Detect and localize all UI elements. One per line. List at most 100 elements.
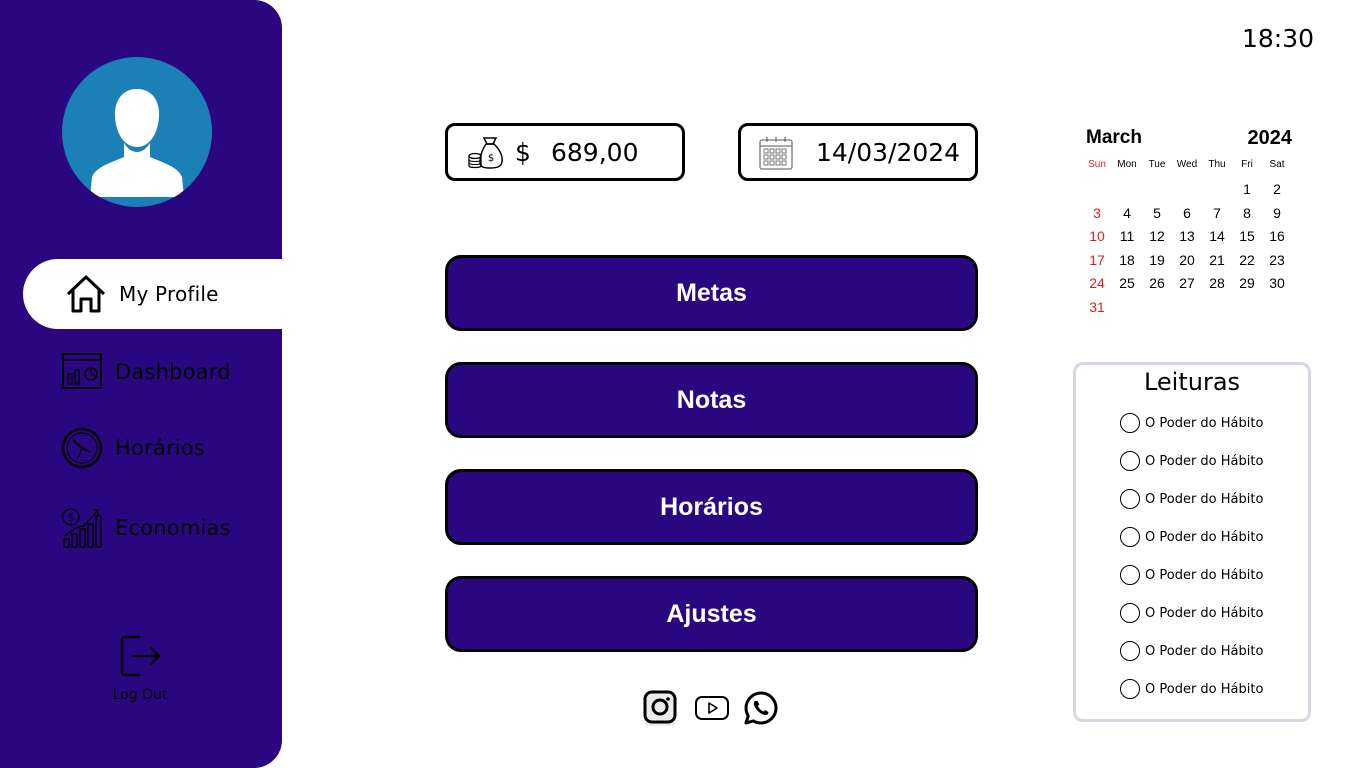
calendar-weekday: Sun bbox=[1088, 158, 1106, 170]
dashboard-icon bbox=[62, 353, 102, 389]
calendar-week-row: 24 25 26 27 28 29 30 bbox=[1082, 272, 1292, 296]
calendar-day[interactable]: 5 bbox=[1142, 205, 1172, 221]
svg-text:$: $ bbox=[488, 153, 494, 164]
sidebar-item-economias[interactable]: $ Economias bbox=[0, 493, 282, 563]
calendar-day[interactable]: 23 bbox=[1262, 252, 1292, 268]
balance-display: $ $ 689,00 bbox=[445, 123, 685, 181]
calendar-day[interactable]: 8 bbox=[1232, 205, 1262, 221]
calendar-day[interactable]: 29 bbox=[1232, 275, 1262, 291]
calendar-weekday: Mon bbox=[1117, 158, 1137, 170]
calendar-day[interactable]: 28 bbox=[1202, 275, 1232, 291]
calendar-day[interactable]: 14 bbox=[1202, 228, 1232, 244]
sidebar-item-label: My Profile bbox=[119, 282, 219, 306]
calendar-day[interactable]: 11 bbox=[1112, 228, 1142, 244]
calendar-day[interactable]: 9 bbox=[1262, 205, 1292, 221]
calendar-day[interactable]: 16 bbox=[1262, 228, 1292, 244]
home-icon bbox=[66, 275, 106, 313]
calendar-weekday: Tue bbox=[1148, 158, 1166, 170]
calendar-week-row: 3456789 bbox=[1082, 201, 1292, 225]
calendar-weekday-row: Sun Mon Tue Wed Thu Fri Sat bbox=[1082, 154, 1292, 178]
sidebar-item-dashboard[interactable]: Dashboard bbox=[0, 337, 282, 407]
reading-label: O Poder do Hábito bbox=[1145, 567, 1264, 583]
savings-chart-icon: $ bbox=[62, 508, 102, 548]
sidebar-item-label: Dashboard bbox=[115, 360, 231, 384]
reading-radio[interactable] bbox=[1120, 527, 1140, 547]
reading-label: O Poder do Hábito bbox=[1145, 529, 1264, 545]
calendar-day[interactable]: 7 bbox=[1202, 205, 1232, 221]
reading-radio[interactable] bbox=[1120, 641, 1140, 661]
readings-title: Leituras bbox=[1143, 368, 1241, 396]
sidebar-item-label: Horários bbox=[115, 436, 205, 460]
notas-button[interactable]: Notas bbox=[445, 362, 978, 438]
logout-button[interactable]: Log Out bbox=[100, 630, 180, 710]
reading-item[interactable]: O Poder do Hábito bbox=[1120, 678, 1263, 700]
logout-label: Log Out bbox=[112, 687, 168, 703]
clock-time: 18:30 bbox=[1241, 24, 1314, 53]
calendar-day[interactable]: 31 bbox=[1082, 299, 1112, 315]
svg-text:$: $ bbox=[68, 511, 75, 524]
reading-item[interactable]: O Poder do Hábito bbox=[1120, 488, 1263, 510]
user-silhouette-icon bbox=[90, 89, 184, 197]
instagram-icon[interactable] bbox=[642, 690, 678, 726]
reading-item[interactable]: O Poder do Hábito bbox=[1120, 564, 1263, 586]
reading-item[interactable]: O Poder do Hábito bbox=[1120, 602, 1263, 624]
reading-label: O Poder do Hábito bbox=[1145, 491, 1264, 507]
calendar-day[interactable]: 12 bbox=[1142, 228, 1172, 244]
sidebar-item-my-profile[interactable]: My Profile bbox=[23, 259, 282, 329]
calendar-weekday: Fri bbox=[1241, 158, 1253, 170]
sidebar-item-horarios[interactable]: Horários bbox=[0, 413, 282, 483]
calendar-day[interactable]: 26 bbox=[1142, 275, 1172, 291]
calendar-day[interactable]: 2 bbox=[1262, 181, 1292, 197]
calendar-day[interactable]: 24 bbox=[1082, 275, 1112, 291]
calendar-day[interactable]: 4 bbox=[1112, 205, 1142, 221]
reading-radio[interactable] bbox=[1120, 565, 1140, 585]
calendar-weekday: Sat bbox=[1269, 158, 1285, 170]
sidebar-item-label: Economias bbox=[115, 516, 231, 540]
reading-label: O Poder do Hábito bbox=[1145, 643, 1264, 659]
avatar[interactable] bbox=[62, 57, 212, 207]
calendar-day[interactable]: 17 bbox=[1082, 252, 1112, 268]
calendar-day[interactable]: 22 bbox=[1232, 252, 1262, 268]
metas-button[interactable]: Metas bbox=[445, 255, 978, 331]
calendar-weekday: Thu bbox=[1208, 158, 1226, 170]
calendar-year: 2024 bbox=[1247, 127, 1293, 149]
reading-item[interactable]: O Poder do Hábito bbox=[1120, 412, 1263, 434]
currency-symbol: $ bbox=[515, 137, 531, 167]
reading-label: O Poder do Hábito bbox=[1145, 681, 1264, 697]
calendar-day[interactable]: 18 bbox=[1112, 252, 1142, 268]
whatsapp-icon[interactable] bbox=[743, 690, 779, 726]
calendar-grid: Sun Mon Tue Wed Thu Fri Sat 1 2 3 4 5 6 7 8 9 10 11 12 13 14… bbox=[1082, 154, 1292, 319]
calendar-day[interactable]: 3 bbox=[1082, 205, 1112, 221]
date-value: 14/03/2024 bbox=[816, 137, 961, 167]
calendar-day[interactable]: 1 bbox=[1232, 181, 1262, 197]
youtube-icon[interactable] bbox=[694, 690, 730, 726]
calendar-day[interactable]: 13 bbox=[1172, 228, 1202, 244]
reading-radio[interactable] bbox=[1120, 603, 1140, 623]
calendar-day[interactable]: 19 bbox=[1142, 252, 1172, 268]
balance-value: 689,00 bbox=[551, 137, 639, 167]
reading-radio[interactable] bbox=[1120, 413, 1140, 433]
calendar-day[interactable]: 10 bbox=[1082, 228, 1112, 244]
reading-item[interactable]: O Poder do Hábito bbox=[1120, 640, 1263, 662]
calendar-day[interactable]: 21 bbox=[1202, 252, 1232, 268]
calendar-week-row: 31 bbox=[1082, 295, 1292, 319]
reading-item[interactable]: O Poder do Hábito bbox=[1120, 450, 1263, 472]
ajustes-button[interactable]: Ajustes bbox=[445, 576, 978, 652]
calendar-day[interactable]: 25 bbox=[1112, 275, 1142, 291]
logout-icon bbox=[120, 635, 161, 677]
horarios-button[interactable]: Horários bbox=[445, 469, 978, 545]
calendar-day[interactable]: 30 bbox=[1262, 275, 1292, 291]
calendar-month: March bbox=[1086, 127, 1142, 148]
calendar-day[interactable]: 15 bbox=[1232, 228, 1262, 244]
calendar-day[interactable]: 20 bbox=[1172, 252, 1202, 268]
reading-item[interactable]: O Poder do Hábito bbox=[1120, 526, 1263, 548]
reading-radio[interactable] bbox=[1120, 451, 1140, 471]
reading-radio[interactable] bbox=[1120, 489, 1140, 509]
calendar-day[interactable]: 27 bbox=[1172, 275, 1202, 291]
date-display: 14/03/2024 bbox=[738, 123, 978, 181]
calendar-day[interactable]: 6 bbox=[1172, 205, 1202, 221]
reading-label: O Poder do Hábito bbox=[1145, 415, 1264, 431]
sidebar: My Profile Dashboard Horários $ Economia… bbox=[0, 0, 282, 768]
calendar-icon bbox=[759, 137, 793, 170]
reading-radio[interactable] bbox=[1120, 679, 1140, 699]
